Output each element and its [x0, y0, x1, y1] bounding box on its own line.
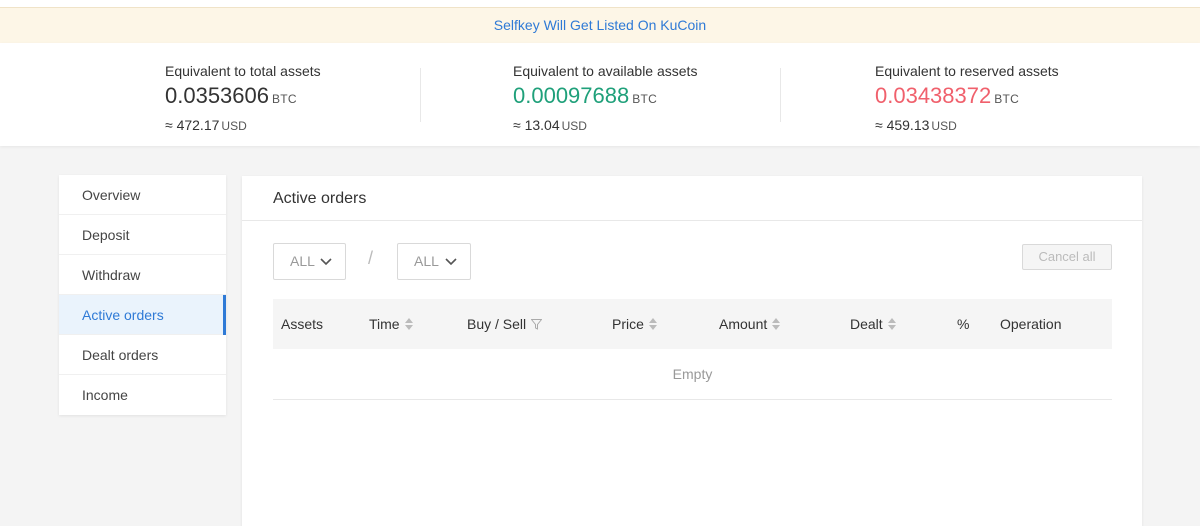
available-assets-usd-unit: USD — [561, 119, 587, 133]
column-dealt[interactable]: Dealt — [850, 299, 896, 349]
column-percent: % — [957, 299, 969, 349]
available-assets-btc: 0.00097688 BTC — [513, 82, 697, 113]
filter-separator: / — [368, 248, 374, 268]
column-buy-sell: Buy / Sell — [467, 299, 543, 349]
column-label: Amount — [719, 316, 768, 332]
orders-table-header: Assets Time Buy / Sell Price Amount Deal… — [273, 299, 1112, 349]
pair-filter-value: ALL — [414, 253, 439, 269]
active-orders-panel: Active orders ALL / ALL Cancel all Asset… — [242, 176, 1142, 526]
column-assets: Assets — [281, 299, 323, 349]
reserved-assets-usd: ≈ 459.13 USD — [875, 116, 1059, 135]
available-assets-btc-unit: BTC — [632, 92, 658, 106]
sidebar-item-overview[interactable]: Overview — [59, 175, 226, 215]
column-label: Dealt — [850, 316, 883, 332]
chevron-down-icon — [319, 244, 333, 279]
sidebar-item-withdraw[interactable]: Withdraw — [59, 255, 226, 295]
column-label: Operation — [1000, 316, 1062, 332]
panel-title: Active orders — [242, 176, 1142, 221]
announcement-link[interactable]: Selfkey Will Get Listed On KuCoin — [494, 17, 706, 33]
asset-filter-select[interactable]: ALL — [273, 243, 346, 280]
asset-summary: Equivalent to total assets 0.0353606 BTC … — [0, 43, 1200, 146]
column-label: Time — [369, 316, 400, 332]
reserved-assets-btc-unit: BTC — [994, 92, 1020, 106]
sort-icon[interactable] — [772, 318, 781, 330]
available-assets-usd-value: ≈ 13.04 — [513, 117, 560, 133]
total-assets-usd-value: ≈ 472.17 — [165, 117, 220, 133]
sidebar-item-deposit[interactable]: Deposit — [59, 215, 226, 255]
cancel-all-button[interactable]: Cancel all — [1022, 244, 1112, 270]
column-price[interactable]: Price — [612, 299, 657, 349]
sort-icon[interactable] — [648, 318, 657, 330]
column-label: Assets — [281, 316, 324, 332]
column-label: Price — [612, 316, 644, 332]
pair-filter-select[interactable]: ALL — [397, 243, 471, 280]
total-assets-summary: Equivalent to total assets 0.0353606 BTC … — [165, 62, 321, 135]
column-operation: Operation — [1000, 299, 1061, 349]
announcement-bar: Selfkey Will Get Listed On KuCoin — [0, 8, 1200, 43]
chevron-down-icon — [444, 244, 458, 279]
asset-filter-value: ALL — [290, 253, 315, 269]
available-assets-label: Equivalent to available assets — [513, 63, 698, 79]
column-label: % — [957, 316, 970, 332]
column-time[interactable]: Time — [369, 299, 413, 349]
sidebar-item-dealt-orders[interactable]: Dealt orders — [59, 335, 226, 375]
filter-icon[interactable] — [531, 318, 543, 330]
total-assets-btc: 0.0353606 BTC — [165, 82, 321, 113]
reserved-assets-usd-unit: USD — [931, 119, 957, 133]
available-assets-summary: Equivalent to available assets 0.0009768… — [513, 62, 697, 135]
sort-icon[interactable] — [887, 318, 896, 330]
account-sidebar: Overview Deposit Withdraw Active orders … — [59, 175, 226, 415]
reserved-assets-usd-value: ≈ 459.13 — [875, 117, 930, 133]
reserved-assets-label: Equivalent to reserved assets — [875, 63, 1059, 79]
empty-state: Empty — [273, 349, 1112, 400]
reserved-assets-btc-value: 0.03438372 — [875, 83, 992, 108]
total-assets-usd-unit: USD — [221, 119, 247, 133]
reserved-assets-summary: Equivalent to reserved assets 0.03438372… — [875, 62, 1059, 135]
column-label: Buy / Sell — [467, 316, 527, 332]
sidebar-item-income[interactable]: Income — [59, 375, 226, 415]
top-strip — [0, 0, 1200, 8]
reserved-assets-btc: 0.03438372 BTC — [875, 82, 1059, 113]
summary-divider — [780, 68, 781, 122]
sidebar-item-active-orders[interactable]: Active orders — [59, 295, 226, 335]
total-assets-label: Equivalent to total assets — [165, 63, 321, 79]
sort-icon[interactable] — [404, 318, 413, 330]
total-assets-btc-value: 0.0353606 — [165, 83, 269, 108]
total-assets-btc-unit: BTC — [272, 92, 297, 106]
available-assets-usd: ≈ 13.04 USD — [513, 116, 697, 135]
available-assets-btc-value: 0.00097688 — [513, 83, 630, 108]
summary-divider — [420, 68, 421, 122]
column-amount[interactable]: Amount — [719, 299, 781, 349]
total-assets-usd: ≈ 472.17 USD — [165, 116, 321, 135]
